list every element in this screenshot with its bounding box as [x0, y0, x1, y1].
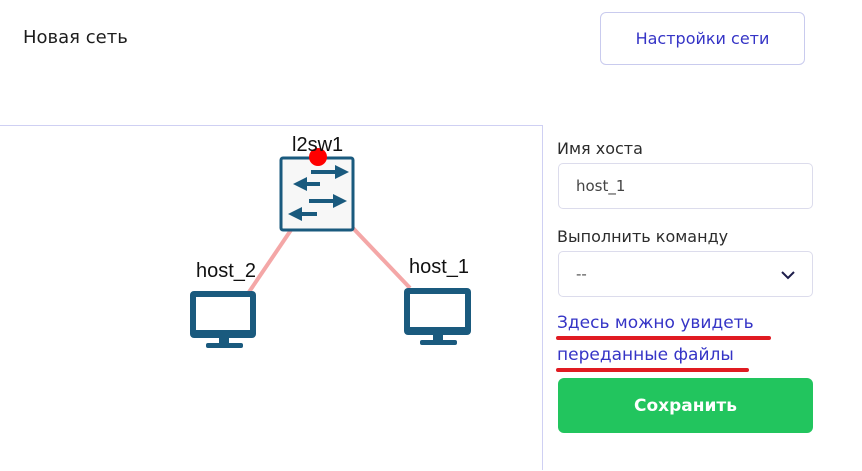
network-canvas[interactable]: l2sw1 host_2 host_1 [0, 125, 543, 470]
annotation-underline [556, 368, 749, 372]
switch-node[interactable] [279, 148, 355, 232]
hostname-input[interactable] [558, 163, 813, 209]
page-title: Новая сеть [23, 27, 128, 48]
host2-label: host_2 [196, 260, 257, 282]
command-select[interactable]: -- [558, 251, 813, 297]
hostname-label: Имя хоста [557, 139, 643, 158]
link-switch-host1[interactable] [349, 224, 412, 290]
monitor-icon[interactable] [190, 291, 256, 348]
switch-label: l2sw1 [292, 134, 344, 156]
monitor-icon[interactable] [404, 288, 471, 345]
command-label: Выполнить команду [557, 227, 729, 246]
command-select-value: -- [576, 265, 587, 283]
transferred-files-link-line1[interactable]: Здесь можно увидеть [557, 313, 754, 333]
annotation-underline [556, 336, 771, 340]
host1-node[interactable] [404, 288, 471, 345]
transferred-files-link-line2[interactable]: переданные файлы [557, 345, 734, 365]
network-settings-button[interactable]: Настройки сети [600, 12, 805, 65]
host1-label: host_1 [409, 256, 470, 278]
chevron-down-icon [781, 265, 795, 284]
host2-node[interactable] [190, 291, 256, 348]
topology-graph [190, 148, 471, 348]
save-button[interactable]: Сохранить [558, 378, 813, 433]
